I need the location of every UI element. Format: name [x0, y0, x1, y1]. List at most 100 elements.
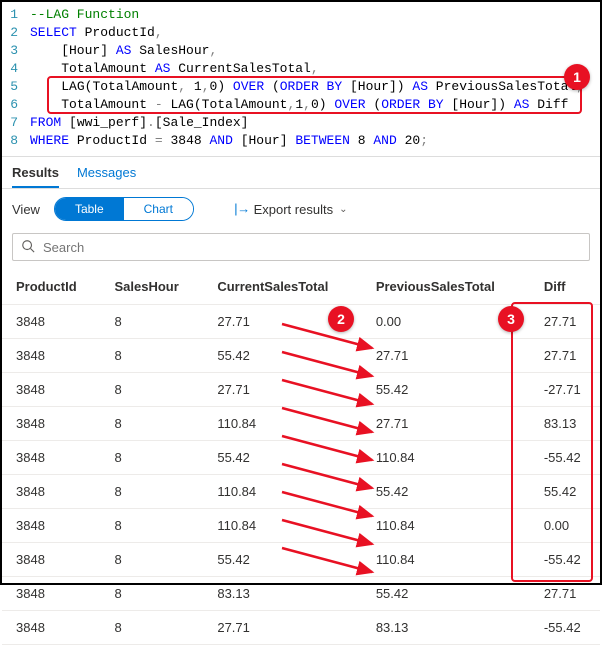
- export-results-button[interactable]: |→ Export results ⌄: [232, 202, 347, 217]
- cell: 8: [101, 339, 204, 373]
- cell: 55.42: [203, 441, 361, 475]
- cell: 55.42: [203, 543, 361, 577]
- column-header[interactable]: PreviousSalesTotal: [362, 269, 530, 305]
- table-row[interactable]: 38488110.84110.840.00: [2, 509, 600, 543]
- tab-results[interactable]: Results: [12, 165, 59, 188]
- search-input[interactable]: [43, 240, 581, 255]
- code-line[interactable]: 6 TotalAmount - LAG(TotalAmount,1,0) OVE…: [2, 96, 600, 114]
- search-icon: [21, 239, 35, 256]
- results-toolbar: View Table Chart |→ Export results ⌄: [2, 189, 600, 229]
- code-content[interactable]: --LAG Function: [30, 6, 139, 24]
- cell: 110.84: [203, 407, 361, 441]
- code-content[interactable]: TotalAmount AS CurrentSalesTotal,: [30, 60, 319, 78]
- cell: 27.71: [362, 407, 530, 441]
- cell: 8: [101, 543, 204, 577]
- table-row[interactable]: 3848855.42110.84-55.42: [2, 441, 600, 475]
- cell: 8: [101, 305, 204, 339]
- cell: 27.71: [203, 611, 361, 645]
- cell: 110.84: [362, 509, 530, 543]
- column-header[interactable]: Diff: [530, 269, 600, 305]
- cell: 8: [101, 407, 204, 441]
- view-toggle: Table Chart: [54, 197, 194, 221]
- table-row[interactable]: 3848827.7155.42-27.71: [2, 373, 600, 407]
- cell: 27.71: [203, 373, 361, 407]
- table-row[interactable]: 3848855.42110.84-55.42: [2, 543, 600, 577]
- table-row[interactable]: 38488110.8427.7183.13: [2, 407, 600, 441]
- table-row[interactable]: 3848827.710.0027.71: [2, 305, 600, 339]
- export-icon: |→: [232, 202, 248, 217]
- cell: 27.71: [362, 339, 530, 373]
- column-header[interactable]: SalesHour: [101, 269, 204, 305]
- line-number: 1: [2, 6, 30, 24]
- line-number: 3: [2, 42, 30, 60]
- cell: 83.13: [203, 577, 361, 611]
- code-content[interactable]: TotalAmount - LAG(TotalAmount,1,0) OVER …: [30, 96, 568, 114]
- code-content[interactable]: [Hour] AS SalesHour,: [30, 42, 217, 60]
- cell: 3848: [2, 543, 101, 577]
- cell: 8: [101, 577, 204, 611]
- cell: -55.42: [530, 611, 600, 645]
- line-number: 8: [2, 132, 30, 150]
- cell: 55.42: [362, 475, 530, 509]
- table-row[interactable]: 3848855.4227.7127.71: [2, 339, 600, 373]
- code-line[interactable]: 1--LAG Function: [2, 6, 600, 24]
- cell: 110.84: [203, 475, 361, 509]
- table-row[interactable]: 38488110.8455.4255.42: [2, 475, 600, 509]
- cell: 3848: [2, 475, 101, 509]
- cell: 3848: [2, 339, 101, 373]
- table-row[interactable]: 3848883.1355.4227.71: [2, 577, 600, 611]
- sql-editor[interactable]: 1--LAG Function2SELECT ProductId,3 [Hour…: [2, 2, 600, 157]
- cell: 27.71: [530, 339, 600, 373]
- view-chart-button[interactable]: Chart: [124, 198, 193, 220]
- line-number: 7: [2, 114, 30, 132]
- chevron-down-icon: ⌄: [339, 204, 347, 215]
- view-table-button[interactable]: Table: [55, 198, 124, 220]
- export-label: Export results: [254, 202, 333, 217]
- code-line[interactable]: 2SELECT ProductId,: [2, 24, 600, 42]
- results-table: ProductIdSalesHourCurrentSalesTotalPrevi…: [2, 269, 600, 645]
- cell: 3848: [2, 373, 101, 407]
- cell: 83.13: [530, 407, 600, 441]
- code-line[interactable]: 5 LAG(TotalAmount, 1,0) OVER (ORDER BY […: [2, 78, 600, 96]
- cell: 55.42: [203, 339, 361, 373]
- cell: 3848: [2, 611, 101, 645]
- line-number: 2: [2, 24, 30, 42]
- cell: 27.71: [530, 305, 600, 339]
- cell: 3848: [2, 407, 101, 441]
- cell: 8: [101, 475, 204, 509]
- results-tabs: Results Messages: [2, 157, 600, 189]
- cell: 8: [101, 611, 204, 645]
- cell: 3848: [2, 577, 101, 611]
- cell: 8: [101, 441, 204, 475]
- code-line[interactable]: 3 [Hour] AS SalesHour,: [2, 42, 600, 60]
- code-content[interactable]: SELECT ProductId,: [30, 24, 163, 42]
- cell: 3848: [2, 509, 101, 543]
- cell: 55.42: [362, 373, 530, 407]
- column-header[interactable]: CurrentSalesTotal: [203, 269, 361, 305]
- tab-messages[interactable]: Messages: [77, 165, 136, 188]
- cell: 110.84: [362, 441, 530, 475]
- code-content[interactable]: WHERE ProductId = 3848 AND [Hour] BETWEE…: [30, 132, 428, 150]
- cell: -27.71: [530, 373, 600, 407]
- cell: 8: [101, 373, 204, 407]
- cell: 110.84: [362, 543, 530, 577]
- line-number: 5: [2, 78, 30, 96]
- code-line[interactable]: 8WHERE ProductId = 3848 AND [Hour] BETWE…: [2, 132, 600, 150]
- code-content[interactable]: LAG(TotalAmount, 1,0) OVER (ORDER BY [Ho…: [30, 78, 584, 96]
- column-header[interactable]: ProductId: [2, 269, 101, 305]
- cell: 0.00: [362, 305, 530, 339]
- cell: 27.71: [530, 577, 600, 611]
- code-line[interactable]: 4 TotalAmount AS CurrentSalesTotal,: [2, 60, 600, 78]
- search-box[interactable]: [12, 233, 590, 261]
- table-header-row: ProductIdSalesHourCurrentSalesTotalPrevi…: [2, 269, 600, 305]
- cell: 3848: [2, 305, 101, 339]
- cell: 55.42: [362, 577, 530, 611]
- table-row[interactable]: 3848827.7183.13-55.42: [2, 611, 600, 645]
- code-content[interactable]: FROM [wwi_perf].[Sale_Index]: [30, 114, 248, 132]
- code-line[interactable]: 7FROM [wwi_perf].[Sale_Index]: [2, 114, 600, 132]
- cell: 55.42: [530, 475, 600, 509]
- cell: 27.71: [203, 305, 361, 339]
- cell: 8: [101, 509, 204, 543]
- line-number: 6: [2, 96, 30, 114]
- cell: 83.13: [362, 611, 530, 645]
